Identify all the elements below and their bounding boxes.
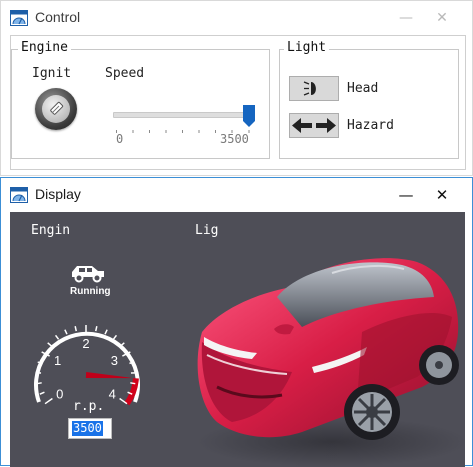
engine-label: Engin (31, 223, 70, 238)
gauge-minor-tick (40, 392, 45, 394)
gauge-tick-label: 3 (111, 353, 118, 368)
display-window: Display — ✕ Engin Lig Running 0 1 2 3 4 r.p. (0, 177, 473, 466)
ignition-key-icon (42, 95, 70, 123)
headlight-button[interactable] (289, 76, 339, 101)
gauge-minor-tick (48, 343, 52, 346)
gauge-tick-label: 4 (109, 386, 116, 401)
rpm-input[interactable]: 3500 (68, 418, 112, 439)
gauge-major-tick (45, 399, 52, 404)
gauge-minor-tick (56, 335, 59, 339)
hazard-label: Hazard (347, 118, 394, 133)
ignition-label: Ignit (32, 66, 71, 81)
gauge-minor-tick (113, 335, 116, 339)
display-panel: Engin Lig Running 0 1 2 3 4 r.p. 3500 (10, 212, 465, 467)
window-app-icon (10, 10, 28, 30)
gauge-minor-tick (75, 326, 76, 331)
close-button[interactable]: ✕ (431, 184, 453, 206)
gauge-tick-label: 0 (56, 386, 63, 401)
car-running-icon (68, 262, 108, 288)
hazard-button[interactable] (289, 113, 339, 138)
gauge-rpm-label: r.p. (73, 399, 104, 414)
engine-status: Running (70, 286, 111, 297)
rpm-gauge: 0 1 2 3 4 (24, 307, 148, 407)
engine-groupbox: Engine Ignit Speed (11, 49, 270, 159)
speed-slider-thumb[interactable] (243, 105, 255, 127)
speed-slider-track[interactable] (113, 112, 252, 118)
speed-min-label: 0 (116, 132, 123, 146)
close-button[interactable]: ✕ (431, 7, 453, 29)
gauge-tick-label: 2 (82, 336, 89, 351)
gauge-minor-tick (105, 330, 107, 335)
gauge-tick-label: 1 (54, 353, 61, 368)
gauge-needle (86, 372, 133, 378)
control-titlebar[interactable]: Control — ✕ (1, 1, 472, 36)
ignition-button[interactable] (35, 88, 77, 130)
control-window: Control — ✕ Engine Ignit Speed (0, 0, 473, 176)
minimize-button[interactable]: — (395, 184, 417, 206)
minimize-button[interactable]: — (395, 7, 417, 29)
window-title: Display (35, 186, 81, 202)
window-app-icon (10, 187, 28, 207)
window-title: Control (35, 9, 80, 25)
display-titlebar[interactable]: Display — ✕ (1, 178, 472, 213)
headlight-icon (290, 77, 338, 100)
gauge-minor-tick (37, 383, 42, 384)
gauge-minor-tick (96, 326, 97, 331)
light-label: Lig (195, 223, 218, 238)
car-image (182, 237, 465, 467)
speed-max-label: 3500 (220, 132, 249, 146)
light-groupbox: Light Head Hazard (279, 49, 459, 159)
control-body: Engine Ignit Speed (10, 35, 466, 170)
rpm-value: 3500 (72, 421, 103, 436)
gauge-minor-tick (130, 383, 135, 384)
speed-label: Speed (105, 66, 144, 81)
light-group-legend: Light (284, 40, 329, 55)
hazard-arrows-icon (290, 114, 338, 137)
gauge-minor-tick (65, 330, 67, 335)
head-label: Head (347, 81, 378, 96)
engine-group-legend: Engine (18, 40, 71, 55)
